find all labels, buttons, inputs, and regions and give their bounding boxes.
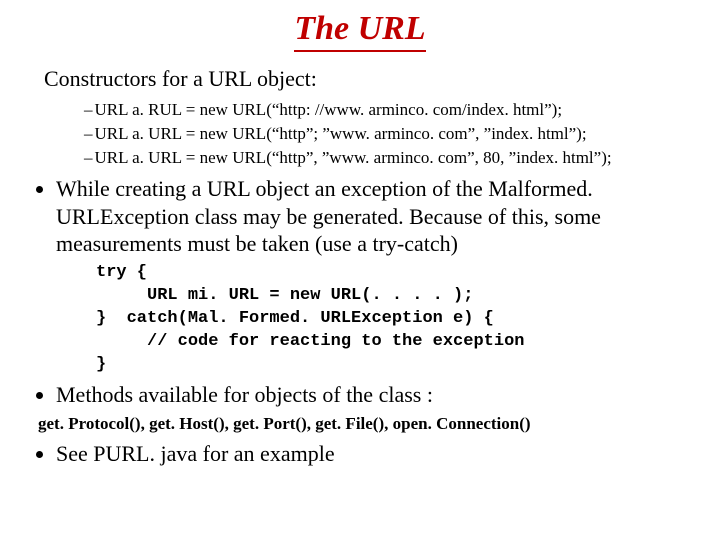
bullet-text: Methods available for objects of the cla… [56,382,433,407]
bullet-text: While creating a URL object an exception… [56,176,601,256]
methods-line: get. Protocol(), get. Host(), get. Port(… [38,414,702,434]
constructor-text: URL a. RUL = new URL(“http: //www. armin… [95,100,563,119]
constructor-text: URL a. URL = new URL(“http”; ”www. armin… [95,124,587,143]
constructors-intro: Constructors for a URL object: [44,66,702,92]
slide: The URL Constructors for a URL object: U… [0,0,720,482]
constructors-list: URL a. RUL = new URL(“http: //www. armin… [84,98,702,169]
title-wrap: The URL [18,10,702,58]
bullet-example: See PURL. java for an example [56,440,702,468]
constructor-text: URL a. URL = new URL(“http”, ”www. armin… [95,148,612,167]
bullet-text: See PURL. java for an example [56,441,335,466]
constructor-item: URL a. URL = new URL(“http”; ”www. armin… [84,122,702,146]
bullet-methods: Methods available for objects of the cla… [56,381,702,409]
bullet-list: While creating a URL object an exception… [18,175,702,408]
bullet-list-2: See PURL. java for an example [18,440,702,468]
bullet-exception: While creating a URL object an exception… [56,175,702,376]
code-block: try { URL mi. URL = new URL(. . . . ); }… [96,262,702,377]
slide-title: The URL [294,10,425,52]
constructor-item: URL a. RUL = new URL(“http: //www. armin… [84,98,702,122]
constructor-item: URL a. URL = new URL(“http”, ”www. armin… [84,146,702,170]
